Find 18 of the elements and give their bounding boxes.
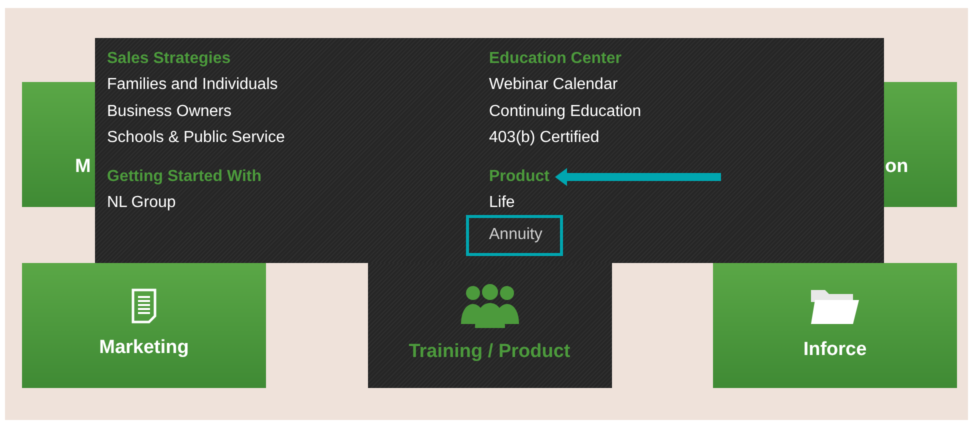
menu-link[interactable]: 403(b) Certified	[489, 125, 600, 152]
document-icon	[131, 288, 157, 324]
menu-link[interactable]: Webinar Calendar	[489, 72, 618, 98]
menu-heading: Getting Started With	[107, 166, 262, 186]
menu-heading: Education Center	[489, 49, 622, 69]
menu-heading: Product	[489, 166, 550, 186]
menu-heading: Sales Strategies	[107, 49, 231, 69]
menu-link[interactable]: Annuity	[469, 218, 560, 252]
menu-tile[interactable]: Inforce	[713, 263, 957, 388]
menu-tile[interactable]: Training / Product	[368, 263, 612, 388]
people-icon	[458, 284, 520, 328]
menu-link[interactable]: NL Group	[107, 190, 176, 216]
menu-link[interactable]: Families and Individuals	[107, 72, 278, 98]
menu-link[interactable]: Life	[489, 190, 515, 216]
menu-link[interactable]: Business Owners	[107, 98, 232, 125]
menu-link[interactable]: Schools & Public Service	[107, 125, 285, 152]
menu-tile[interactable]: Marketing	[22, 263, 266, 388]
menu-link[interactable]: Continuing Education	[489, 98, 642, 125]
